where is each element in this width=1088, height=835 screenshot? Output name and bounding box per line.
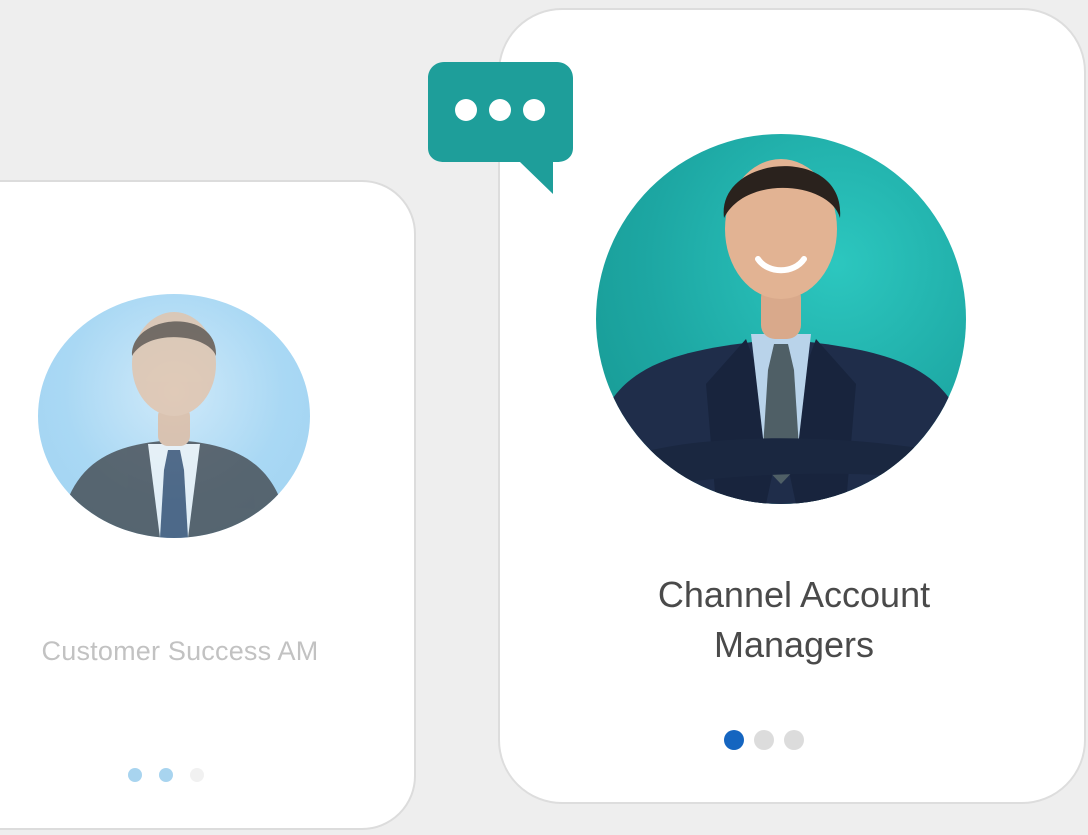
person-photo-placeholder xyxy=(596,159,966,504)
card-name-channel-account: Channel Account Managers xyxy=(500,570,1088,670)
profile-card-customer-success[interactable]: Customer Success AM xyxy=(0,180,416,830)
avatar-customer-success xyxy=(38,294,310,538)
avatar-channel-account xyxy=(596,134,966,504)
pagination-dot-2[interactable] xyxy=(159,768,173,782)
pagination-dot-3[interactable] xyxy=(784,730,804,750)
person-photo-placeholder xyxy=(58,312,290,538)
pagination-dots xyxy=(724,730,804,750)
pagination-dot-3[interactable] xyxy=(190,768,204,782)
pagination-dot-1[interactable] xyxy=(128,768,142,782)
pagination-dot-2[interactable] xyxy=(754,730,774,750)
card-name-line-2: Managers xyxy=(713,624,875,665)
pagination-dots xyxy=(128,768,204,782)
stage: Customer Success AM Channel Account Mana… xyxy=(0,0,1088,835)
pagination-dot-1[interactable] xyxy=(724,730,744,750)
card-name-customer-success: Customer Success AM xyxy=(41,636,319,666)
chat-dots-icon[interactable] xyxy=(428,62,573,197)
card-name-line-1: Channel Account xyxy=(657,574,931,615)
profile-card-channel-account[interactable]: Channel Account Managers xyxy=(498,8,1086,804)
